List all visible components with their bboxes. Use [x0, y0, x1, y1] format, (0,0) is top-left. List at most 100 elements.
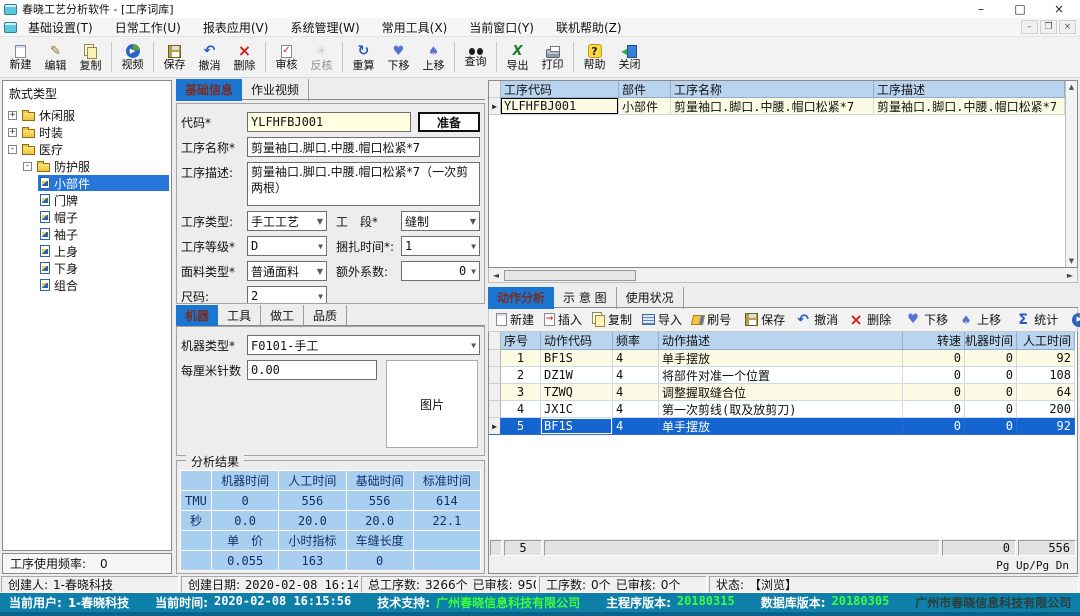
column-header[interactable]: 机器时间 [965, 332, 1017, 350]
tree-item-2[interactable]: -医疗 [5, 141, 169, 157]
minimize-button[interactable]: – [964, 2, 998, 16]
action-tab-1[interactable]: 示 意 图 [554, 287, 617, 309]
fabric-type-select[interactable]: 普通面料▼ [247, 261, 327, 281]
action-row[interactable]: ▶5BF1S4单手摆放0092 [489, 418, 1077, 435]
child-close-button[interactable]: × [1059, 20, 1076, 34]
child-minimize-button[interactable]: – [1021, 20, 1038, 34]
column-header[interactable]: 工序名称 [671, 81, 874, 98]
export-button[interactable]: X导出 [500, 38, 535, 76]
column-header[interactable]: 序号 [501, 332, 541, 350]
tree-toggle-icon[interactable]: + [8, 128, 17, 137]
column-header[interactable]: 频率 [613, 332, 659, 350]
bundle-time-select[interactable]: 1▼ [401, 236, 480, 256]
tree-toggle-icon[interactable]: - [8, 145, 17, 154]
tree-item-10[interactable]: 组合 [5, 277, 169, 293]
menu-item-0[interactable]: 基础设置(T) [17, 19, 104, 36]
machine-tab-2[interactable]: 做工 [261, 305, 304, 327]
stats-button[interactable]: Σ统计 [1010, 311, 1063, 328]
undo-button[interactable]: ↶撤消 [192, 38, 227, 76]
action-row[interactable]: 2DZ1W4将部件对准一个位置00108 [489, 367, 1077, 384]
import-button[interactable]: 导入 [637, 311, 687, 328]
restore-button[interactable]: □ [1003, 2, 1037, 16]
stitch-density-input[interactable]: 0.00 [247, 360, 377, 380]
scroll-left-icon[interactable]: ◄ [489, 271, 503, 280]
column-header[interactable]: 转速 [903, 332, 965, 350]
print-button[interactable]: 打印 [535, 38, 570, 76]
scroll-up-icon[interactable]: ▲ [1069, 83, 1074, 91]
move-down-button[interactable]: ♥下移 [381, 38, 416, 76]
help-button[interactable]: ?帮助 [577, 38, 612, 76]
new-doc-button[interactable]: 新建 [491, 311, 539, 328]
tree-item-4[interactable]: 小部件 [5, 175, 169, 191]
detail-tab-1[interactable]: 作业视频 [242, 79, 309, 101]
renumber-button[interactable]: 刷号 [687, 311, 736, 328]
prepare-button[interactable]: 准备 [418, 112, 480, 132]
column-header[interactable]: 人工时间 [1017, 332, 1075, 350]
menu-item-1[interactable]: 日常工作(U) [104, 19, 192, 36]
code-input[interactable]: YLFHFBJ001 [247, 112, 411, 132]
menu-item-4[interactable]: 常用工具(X) [371, 19, 459, 36]
tree-toggle-icon[interactable]: - [23, 162, 32, 171]
menu-item-5[interactable]: 当前窗口(Y) [458, 19, 545, 36]
process-type-select[interactable]: 手工工艺▼ [247, 211, 327, 231]
table-row[interactable]: ▶YLFHFBJ001小部件剪量袖口.脚口.中腰.帽口松紧*7剪量袖口.脚口.中… [489, 98, 1065, 115]
new-doc-button[interactable]: 新建 [3, 38, 38, 76]
save-button[interactable]: 保存 [740, 311, 790, 328]
delete-button[interactable]: ×删除 [227, 38, 262, 76]
action-row[interactable]: 1BF1S4单手摆放0092 [489, 350, 1077, 367]
search-button[interactable]: 查询 [458, 38, 493, 76]
machine-tab-0[interactable]: 机器 [176, 305, 218, 327]
extra-factor-select[interactable]: 0▼ [401, 261, 480, 281]
video-button[interactable]: ▶ [1067, 313, 1080, 327]
child-restore-button[interactable]: ❐ [1040, 20, 1057, 34]
menu-item-2[interactable]: 报表应用(V) [192, 19, 280, 36]
tree-item-1[interactable]: +时装 [5, 124, 169, 140]
tree-toggle-icon[interactable]: + [8, 111, 17, 120]
close-button[interactable]: × [1042, 2, 1076, 16]
column-header[interactable]: 工序代码 [501, 81, 619, 98]
process-table-vscrollbar[interactable]: ▲▼ [1065, 81, 1077, 267]
audit-button[interactable]: ✓审核 [269, 38, 304, 76]
machine-tab-1[interactable]: 工具 [218, 305, 261, 327]
process-name-input[interactable]: 剪量袖口.脚口.中腰.帽口松紧*7 [247, 137, 480, 157]
move-down-button[interactable]: ♥下移 [900, 311, 953, 328]
tree-item-3[interactable]: -防护服 [5, 158, 169, 174]
size-select[interactable]: 2▼ [247, 286, 327, 304]
column-header[interactable]: 动作代码 [541, 332, 613, 350]
segment-select[interactable]: 缝制▼ [401, 211, 480, 231]
process-table-hscrollbar[interactable]: ◄ ► [488, 268, 1078, 283]
menu-item-6[interactable]: 联机帮助(Z) [545, 19, 633, 36]
hscroll-thumb[interactable] [504, 270, 636, 281]
copy-button[interactable]: 复制 [587, 311, 637, 328]
save-button[interactable]: 保存 [157, 38, 192, 76]
process-desc-input[interactable]: 剪量袖口.脚口.中腰.帽口松紧*7（一次剪两根） [247, 162, 480, 206]
undo-button[interactable]: ↶撤消 [790, 311, 843, 328]
scroll-right-icon[interactable]: ► [1063, 271, 1077, 280]
action-row[interactable]: 4JX1C4第一次剪线(取及放剪刀)00200 [489, 401, 1077, 418]
machine-type-select[interactable]: F0101-手工▼ [247, 335, 480, 355]
video-button[interactable]: ▶视频 [115, 38, 150, 76]
unaudit-button[interactable]: ✳反核 [304, 38, 339, 76]
tree-item-9[interactable]: 下身 [5, 260, 169, 276]
tree-item-0[interactable]: +休闲服 [5, 107, 169, 123]
insert-button[interactable]: →插入 [539, 311, 587, 328]
tree-item-8[interactable]: 上身 [5, 243, 169, 259]
action-tab-2[interactable]: 使用状况 [617, 287, 684, 309]
action-row[interactable]: 3TZWQ4调整握取缝合位0064 [489, 384, 1077, 401]
recalc-button[interactable]: ↻重算 [346, 38, 381, 76]
column-header[interactable]: 动作描述 [659, 332, 903, 350]
process-grade-select[interactable]: D▼ [247, 236, 327, 256]
detail-tab-0[interactable]: 基础信息 [176, 79, 242, 101]
menu-item-3[interactable]: 系统管理(W) [279, 19, 370, 36]
delete-button[interactable]: ×删除 [843, 311, 896, 328]
tree-item-7[interactable]: 袖子 [5, 226, 169, 242]
column-header[interactable]: 部件 [619, 81, 671, 98]
move-up-button[interactable]: ♠上移 [953, 311, 1006, 328]
machine-tab-3[interactable]: 品质 [304, 305, 347, 327]
scroll-down-icon[interactable]: ▼ [1069, 257, 1074, 265]
copy-button[interactable]: 复制 [73, 38, 108, 76]
close-button[interactable]: 关闭 [612, 38, 647, 76]
tree-item-6[interactable]: 帽子 [5, 209, 169, 225]
tree-item-5[interactable]: 门牌 [5, 192, 169, 208]
column-header[interactable]: 工序描述 [874, 81, 1065, 98]
